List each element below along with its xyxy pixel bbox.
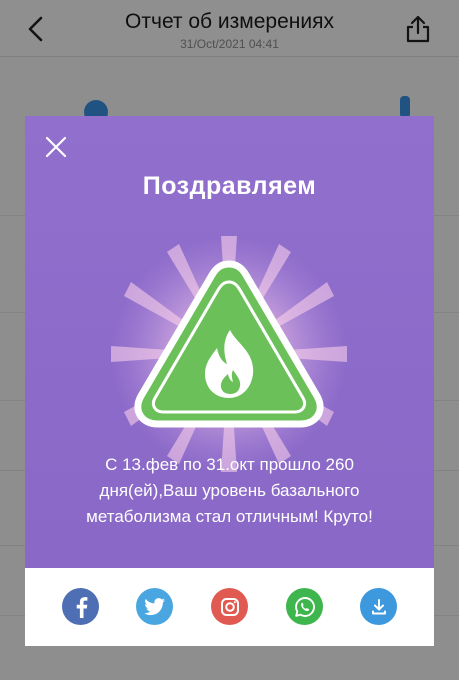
download-icon [371, 598, 386, 614]
congratulations-dialog: Поздравляем С 13.фев по 31.окт прошло 26… [25, 116, 434, 646]
facebook-button[interactable] [62, 588, 99, 625]
flame-warning-icon [111, 236, 347, 472]
close-icon[interactable] [43, 134, 69, 160]
instagram-icon [220, 597, 239, 616]
download-button[interactable] [360, 588, 397, 625]
share-bar [25, 568, 434, 646]
whatsapp-icon [294, 596, 315, 617]
facebook-icon [76, 596, 87, 618]
instagram-button[interactable] [211, 588, 248, 625]
whatsapp-button[interactable] [286, 588, 323, 625]
twitter-icon [143, 597, 165, 615]
twitter-button[interactable] [136, 588, 173, 625]
dialog-heading: Поздравляем [142, 172, 317, 200]
dialog-body: Поздравляем С 13.фев по 31.окт прошло 26… [25, 116, 434, 568]
congratulations-message: С 13.фев по 31.окт прошло 260 дня(ей),Ва… [86, 455, 373, 526]
